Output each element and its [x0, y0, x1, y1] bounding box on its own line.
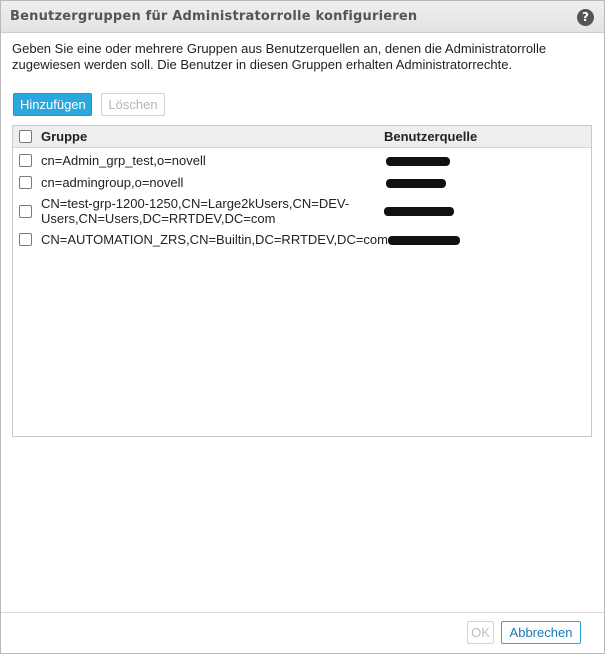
row-checkbox[interactable] — [19, 154, 32, 167]
redacted-user-source — [386, 157, 450, 166]
delete-button[interactable]: Löschen — [101, 93, 165, 116]
group-cell-line2: Users,CN=Users,DC=RRTDEV,DC=com — [41, 211, 276, 226]
dialog-description: Geben Sie eine oder mehrere Gruppen aus … — [12, 41, 547, 72]
redacted-user-source — [388, 236, 460, 245]
group-cell-line1: CN=test-grp-1200-1250,CN=Large2kUsers,CN… — [41, 196, 350, 211]
table-row[interactable]: cn=Admin_grp_test,o=novell — [13, 150, 591, 172]
row-checkbox[interactable] — [19, 233, 32, 246]
group-cell: CN=AUTOMATION_ZRS,CN=Builtin,DC=RRTDEV,D… — [41, 232, 388, 247]
select-all-checkbox[interactable] — [19, 130, 32, 143]
cancel-button[interactable]: Abbrechen — [501, 621, 581, 644]
groups-table: Gruppe Benutzerquelle cn=Admin_grp_test,… — [12, 125, 592, 437]
help-icon[interactable]: ? — [577, 9, 594, 26]
group-cell: cn=Admin_grp_test,o=novell — [41, 153, 206, 168]
ok-button[interactable]: OK — [467, 621, 494, 644]
table-row[interactable]: CN=AUTOMATION_ZRS,CN=Builtin,DC=RRTDEV,D… — [13, 229, 591, 251]
column-header-group: Gruppe — [41, 129, 88, 144]
row-checkbox[interactable] — [19, 205, 32, 218]
dialog-title: Benutzergruppen für Administratorrolle k… — [10, 9, 418, 24]
group-cell: cn=admingroup,o=novell — [41, 175, 184, 190]
configure-admin-groups-dialog: Benutzergruppen für Administratorrolle k… — [0, 0, 605, 654]
footer-divider — [1, 612, 604, 613]
row-checkbox[interactable] — [19, 176, 32, 189]
column-header-user-source: Benutzerquelle — [384, 129, 478, 144]
add-button[interactable]: Hinzufügen — [13, 93, 92, 116]
redacted-user-source — [384, 207, 454, 216]
table-row[interactable]: cn=admingroup,o=novell — [13, 172, 591, 194]
dialog-titlebar: Benutzergruppen für Administratorrolle k… — [1, 1, 604, 33]
table-row[interactable]: CN=test-grp-1200-1250,CN=Large2kUsers,CN… — [13, 194, 591, 228]
table-header: Gruppe Benutzerquelle — [13, 126, 591, 148]
redacted-user-source — [386, 179, 446, 188]
